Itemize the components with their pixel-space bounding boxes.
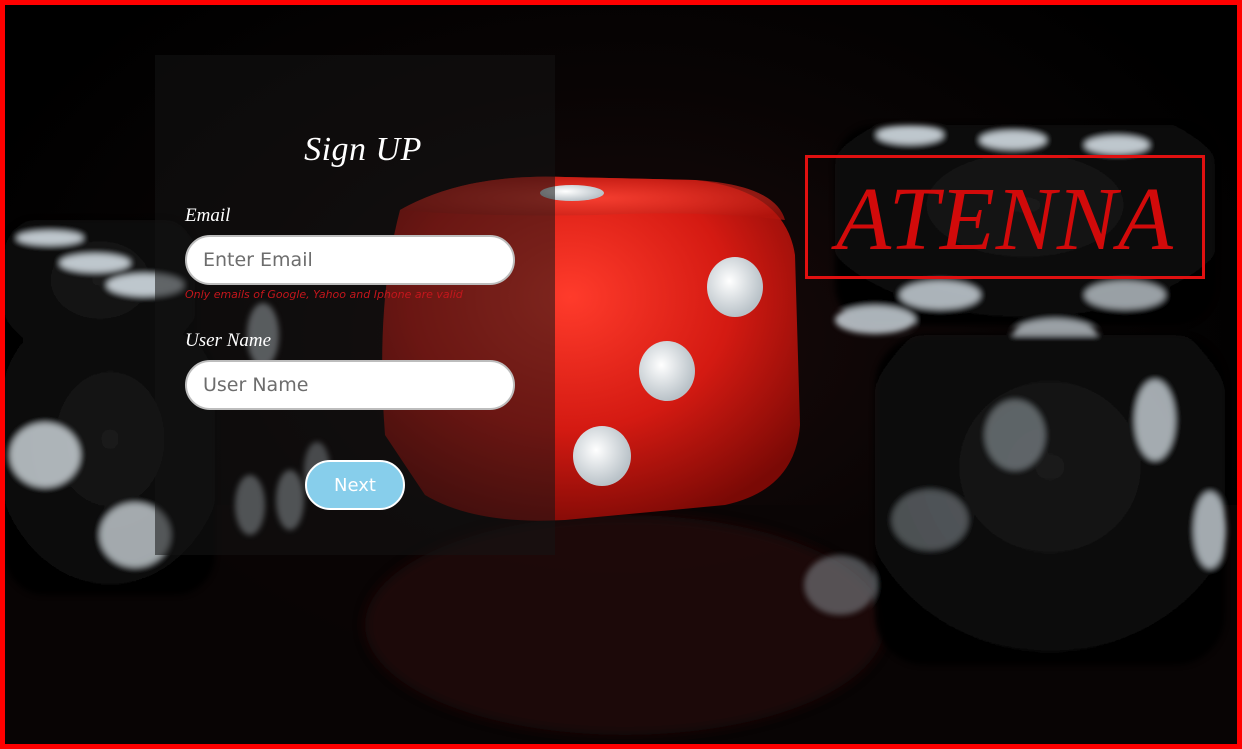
brand-logo: ATENNA [836,170,1174,269]
username-input[interactable] [185,360,515,410]
username-label: User Name [185,330,272,351]
signup-title: Sign UP [304,131,422,168]
next-button[interactable]: Next [305,460,405,510]
brand-logo-box: ATENNA [805,155,1205,279]
signup-form: Sign UP Email Only emails of Google, Yah… [155,55,555,555]
email-label: Email [185,205,231,226]
email-hint: Only emails of Google, Yahoo and Iphone … [185,288,463,301]
email-input[interactable] [185,235,515,285]
page-frame: Sign UP Email Only emails of Google, Yah… [0,0,1242,749]
